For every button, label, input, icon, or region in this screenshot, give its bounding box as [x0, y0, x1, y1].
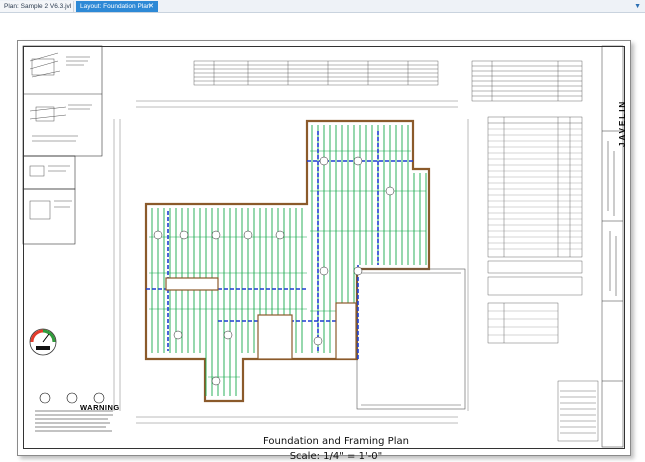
javelin-logo: JAVELIN — [618, 99, 627, 147]
drawing-scale: Scale: 1/4" = 1'-0" — [289, 451, 383, 462]
gauge-badge — [29, 328, 57, 356]
warning-icons — [35, 392, 113, 432]
drawing-sheet: WARNING JAVELIN Foundation and Framing P… — [17, 40, 631, 462]
schedule-table-top — [193, 60, 439, 86]
warning-label: WARNING — [80, 403, 120, 412]
tab-bar: Plan: Sample 2 V6.3.jvl Layout: Foundati… — [0, 0, 645, 13]
drawing-title: Foundation and Framing Plan — [263, 436, 409, 447]
garage-slab — [356, 268, 466, 410]
tab-layout-label: Layout: Foundation Plan — [80, 3, 151, 10]
tab-plan[interactable]: Plan: Sample 2 V6.3.jvl — [0, 1, 74, 12]
detail-panels — [22, 45, 103, 245]
tab-list-chevron-down-icon[interactable]: ▼ — [634, 1, 641, 12]
schedule-tables-right — [471, 60, 583, 344]
layout-canvas[interactable]: WARNING JAVELIN Foundation and Framing P… — [0, 13, 645, 462]
legend-box — [557, 380, 599, 442]
close-icon[interactable]: ✕ — [148, 1, 154, 12]
tab-layout[interactable]: Layout: Foundation Plan ✕ — [76, 1, 158, 12]
schedule-rows-right — [488, 128, 582, 336]
drawing-content — [22, 45, 624, 448]
